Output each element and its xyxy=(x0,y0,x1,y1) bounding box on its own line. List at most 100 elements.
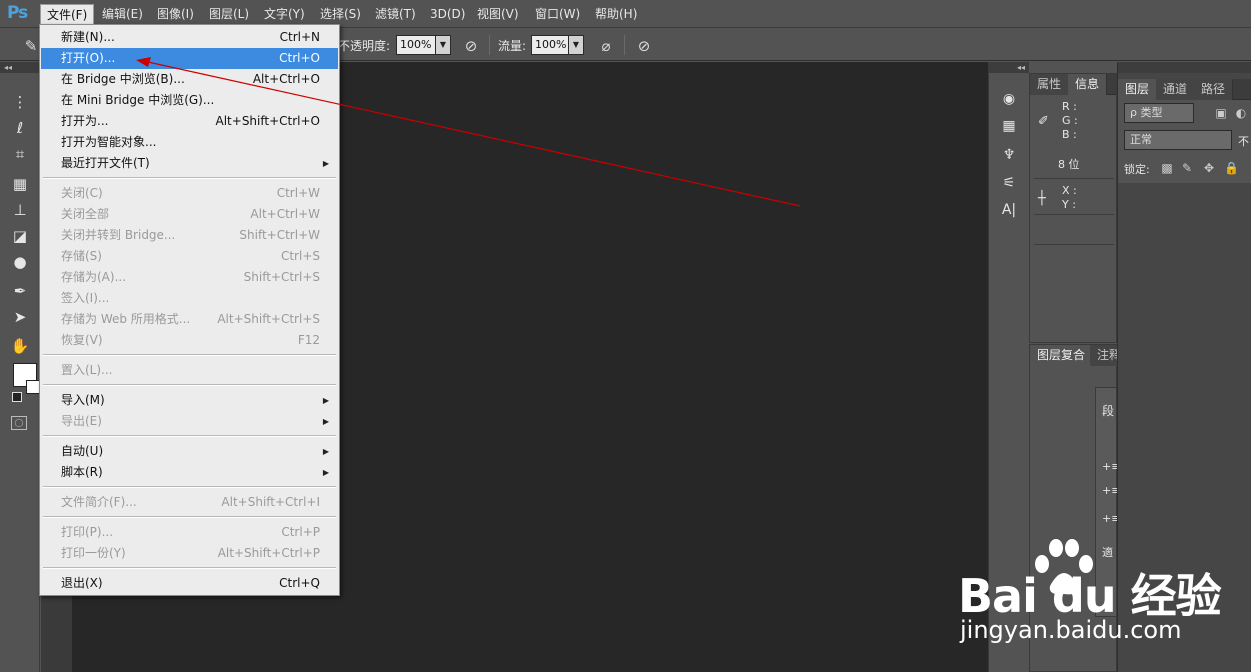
file-menu-separator xyxy=(43,354,336,356)
eraser-tool-icon[interactable]: ◪ xyxy=(8,225,32,247)
flow-input[interactable]: 100% xyxy=(531,35,569,55)
menu-image[interactable]: 图像(I) xyxy=(151,4,200,24)
tab-paths[interactable]: 路径 xyxy=(1194,79,1234,100)
file-menu-item: 打印一份(Y) Alt+Shift+Ctrl+P xyxy=(41,543,338,564)
menu-layer[interactable]: 图层(L) xyxy=(203,4,255,24)
file-menu-separator xyxy=(43,177,336,179)
healing-brush-icon[interactable]: ▦ xyxy=(8,173,32,195)
options-separator xyxy=(489,35,490,55)
submenu-arrow-icon: ▶ xyxy=(322,417,329,426)
info-r-label: R : xyxy=(1062,100,1077,113)
tab-layers[interactable]: 图层 xyxy=(1118,79,1158,100)
file-menu-item[interactable]: 脚本(R) ▶ xyxy=(41,462,338,483)
lock-all-icon[interactable]: 🔒 xyxy=(1224,161,1239,175)
file-menu-item: 导出(E) ▶ xyxy=(41,411,338,432)
background-color-swatch[interactable] xyxy=(26,380,40,394)
pressure-size-icon[interactable]: ⊘ xyxy=(633,35,655,57)
swatches-grid-icon[interactable]: ▦ xyxy=(998,115,1020,137)
lasso-tool-icon[interactable]: ℓ xyxy=(8,117,32,139)
info-g-label: G : xyxy=(1062,114,1078,127)
file-menu-item[interactable]: 退出(X) Ctrl+Q xyxy=(41,573,338,594)
submenu-arrow-icon: ▶ xyxy=(322,396,329,405)
menu-filter[interactable]: 滤镜(T) xyxy=(369,4,422,24)
file-menu-item: 存储(S) Ctrl+S xyxy=(41,246,338,267)
flow-dropdown[interactable]: ▼ xyxy=(568,35,584,55)
file-menu-item-shortcut: Ctrl+S xyxy=(280,249,320,263)
file-menu-item[interactable]: 自动(U) ▶ xyxy=(41,441,338,462)
lock-transparent-icon[interactable]: ▩ xyxy=(1160,161,1174,175)
quick-mask-icon[interactable]: ◯ xyxy=(11,416,27,430)
file-menu-item: 关闭(C) Ctrl+W xyxy=(41,183,338,204)
brush-presets-icon[interactable]: ♆ xyxy=(998,144,1020,166)
file-menu-item-label: 存储为(A)... xyxy=(61,270,127,284)
pen-tool-icon[interactable]: ✒ xyxy=(8,280,32,302)
lock-position-icon[interactable]: ✥ xyxy=(1202,161,1216,175)
file-menu-item-label: 恢复(V) xyxy=(61,333,103,347)
crosshair-icon: ┼ xyxy=(1038,191,1046,206)
brush-settings-icon[interactable]: ⚟ xyxy=(998,172,1020,194)
file-menu-item[interactable]: 最近打开文件(T) ▶ xyxy=(41,153,338,174)
opacity-input[interactable]: 100% xyxy=(396,35,436,55)
lock-image-icon[interactable]: ✎ xyxy=(1180,161,1194,175)
filter-adjust-icon[interactable]: ◐ xyxy=(1234,106,1248,120)
character-icon[interactable]: A| xyxy=(998,199,1020,221)
file-menu-item: 恢复(V) F12 xyxy=(41,330,338,351)
file-menu-item[interactable]: 打开(O)... Ctrl+O xyxy=(41,48,338,69)
menu-select[interactable]: 选择(S) xyxy=(314,4,367,24)
opacity-dropdown[interactable]: ▼ xyxy=(435,35,451,55)
tab-properties[interactable]: 属性 xyxy=(1030,74,1070,95)
baidu-watermark: Bai du 经验 jingyan.baidu.com xyxy=(958,538,1228,648)
file-menu-item[interactable]: 在 Mini Bridge 中浏览(G)... xyxy=(41,90,338,111)
file-menu-item[interactable]: 在 Bridge 中浏览(B)... Alt+Ctrl+O xyxy=(41,69,338,90)
file-menu-item-label: 文件简介(F)... xyxy=(61,495,137,509)
file-menu-item-shortcut: Ctrl+P xyxy=(281,525,320,539)
hand-tool-icon[interactable]: ✋ xyxy=(8,335,32,357)
file-menu-item-label: 存储为 Web 所用格式... xyxy=(61,312,191,326)
marquee-tool-icon[interactable]: ⋮ xyxy=(8,91,32,113)
tab-channels[interactable]: 通道 xyxy=(1156,79,1196,100)
file-menu-item-label: 导入(M) xyxy=(61,393,105,407)
menu-3d[interactable]: 3D(D) xyxy=(424,4,471,24)
file-menu-item[interactable]: 新建(N)... Ctrl+N xyxy=(41,27,338,48)
blend-mode-select[interactable]: 正常 xyxy=(1124,130,1232,150)
path-selection-icon[interactable]: ➤ xyxy=(8,306,32,328)
crop-tool-icon[interactable]: ⌗ xyxy=(8,143,32,165)
file-menu-item-label: 存储(S) xyxy=(61,249,102,263)
menu-help[interactable]: 帮助(H) xyxy=(589,4,643,24)
file-menu-item: 关闭全部 Alt+Ctrl+W xyxy=(41,204,338,225)
tab-info[interactable]: 信息 xyxy=(1068,74,1108,95)
file-menu-item-shortcut: Ctrl+Q xyxy=(279,576,320,590)
tab-layer-comps[interactable]: 图层复合 xyxy=(1030,345,1094,366)
file-menu-item: 签入(I)... xyxy=(41,288,338,309)
file-menu-item[interactable]: 打开为... Alt+Shift+Ctrl+O xyxy=(41,111,338,132)
clone-stamp-icon[interactable]: ⊥ xyxy=(8,199,32,221)
submenu-arrow-icon: ▶ xyxy=(322,468,329,477)
file-menu-item-shortcut: Ctrl+W xyxy=(276,186,320,200)
menu-window[interactable]: 窗口(W) xyxy=(529,4,586,24)
file-menu-item-shortcut: Alt+Ctrl+W xyxy=(250,207,320,221)
file-menu-item-shortcut: Ctrl+N xyxy=(279,30,320,44)
info-bit-depth: 8 位 xyxy=(1058,158,1080,171)
color-palette-icon[interactable]: ◉ xyxy=(998,88,1020,110)
file-menu-item[interactable]: 导入(M) ▶ xyxy=(41,390,338,411)
flow-label: 流量: xyxy=(498,39,527,53)
menu-type[interactable]: 文字(Y) xyxy=(258,4,311,24)
file-menu-item[interactable]: 打开为智能对象... xyxy=(41,132,338,153)
file-menu-item-label: 脚本(R) xyxy=(61,465,103,479)
default-colors-icon[interactable] xyxy=(12,392,22,402)
airbrush-icon[interactable]: ⌀ xyxy=(595,35,617,57)
layer-filter-kind-select[interactable]: ρ 类型 xyxy=(1124,103,1194,123)
menu-file[interactable]: 文件(F) xyxy=(40,4,95,24)
panel-collapse-handle[interactable]: ◂◂ xyxy=(989,62,1029,73)
layers-panel: 图层 通道 路径 ρ 类型 ▣ ◐ 正常 不 锁定: ▩ ✎ ✥ 🔒 xyxy=(1118,79,1251,183)
pressure-opacity-icon[interactable]: ⊘ xyxy=(460,35,482,57)
paragraph-tab[interactable]: 段 xyxy=(1102,402,1114,419)
menu-view[interactable]: 视图(V) xyxy=(471,4,525,24)
file-menu-item-label: 自动(U) xyxy=(61,444,104,458)
menu-edit[interactable]: 编辑(E) xyxy=(96,4,149,24)
file-menu-item-label: 新建(N)... xyxy=(61,30,115,44)
file-menu-item-label: 关闭并转到 Bridge... xyxy=(61,228,176,242)
blur-tool-icon[interactable]: ● xyxy=(8,251,32,273)
filter-pixel-icon[interactable]: ▣ xyxy=(1214,106,1228,120)
toolbox-collapse-handle[interactable]: ◂◂ xyxy=(0,62,40,73)
